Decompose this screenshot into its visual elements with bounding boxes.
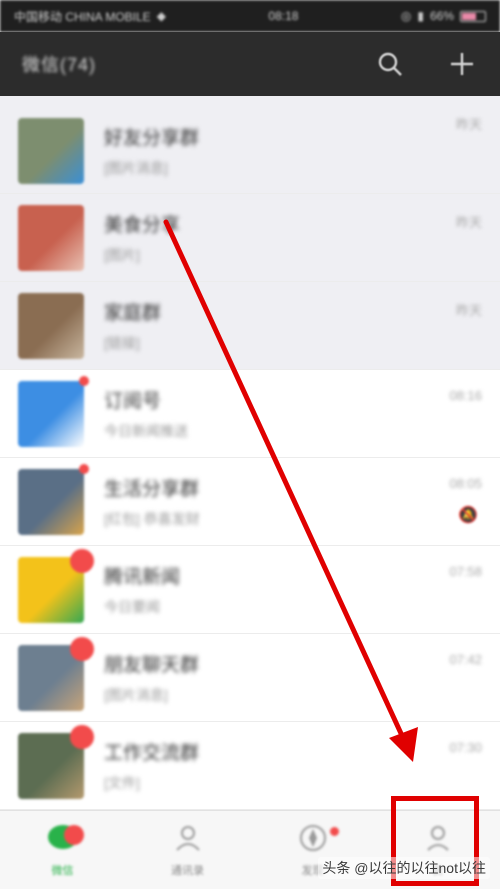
avatar [18, 636, 94, 711]
chat-preview: [图片] [104, 247, 140, 263]
tab-1[interactable]: 通讯录 [125, 811, 250, 889]
chat-time: 08:16 [449, 388, 482, 403]
chat-row[interactable]: 好友分享群 [图片消息] 昨天 [0, 96, 500, 194]
tab-label: 微信 [51, 864, 74, 877]
chat-preview: 今日新闻推送 [104, 423, 188, 439]
chat-time: 昨天 [455, 117, 482, 132]
alarm-icon: ◎ [400, 9, 412, 23]
avatar [18, 463, 89, 535]
chat-row[interactable]: 腾讯新闻 今日要闻 07:58 [0, 546, 500, 634]
search-icon[interactable] [374, 48, 406, 80]
chat-row[interactable]: 家庭群 [链接] 昨天 [0, 282, 500, 370]
unread-badge [64, 825, 84, 845]
wifi-icon: ◆ [156, 9, 166, 23]
avatar [18, 375, 89, 447]
compass-icon [298, 823, 328, 858]
avatar [18, 292, 84, 359]
chat-text: 家庭群 [链接] [104, 298, 500, 353]
battery-percent: 66% [429, 9, 454, 23]
page-title: 微信(74) [22, 55, 97, 75]
status-bar: 中国移动 CHINA MOBILE ◆ 08:18 ◎ ▮ 66% [0, 0, 500, 32]
tab-label: 通讯录 [171, 864, 204, 877]
chat-title: 订阅号 [104, 391, 162, 412]
chat-row[interactable]: 订阅号 今日新闻推送 08:16 [0, 370, 500, 458]
chat-preview: [链接] [104, 335, 140, 351]
chat-preview: [图片消息] [104, 687, 168, 703]
unread-badge [70, 548, 94, 573]
avatar [18, 204, 84, 271]
notification-dot [330, 827, 339, 836]
chat-preview: [文件] [104, 775, 140, 791]
clock: 08:18 [268, 9, 299, 23]
chat-row[interactable]: 生活分享群 [红包] 恭喜发财 08:05 🔕 [0, 458, 500, 546]
carrier-label: 中国移动 CHINA MOBILE [14, 9, 151, 24]
chat-preview: 今日要闻 [104, 599, 160, 615]
unread-badge [70, 636, 94, 661]
avatar [18, 117, 84, 184]
chat-title: 朋友聊天群 [104, 655, 200, 676]
chat-text: 美食分享 [图片] [104, 210, 500, 265]
chat-time: 07:58 [449, 564, 482, 579]
chat-preview: [红包] 恭喜发财 [104, 511, 200, 527]
chat-text: 朋友聊天群 [图片消息] [104, 650, 500, 705]
chat-row[interactable]: 朋友聊天群 [图片消息] 07:42 [0, 634, 500, 722]
app-header: 微信(74) [0, 32, 500, 96]
chat-time: 昨天 [455, 303, 482, 318]
avatar [18, 548, 94, 623]
plus-icon[interactable] [446, 48, 478, 80]
tab-0[interactable]: 微信 [0, 811, 125, 889]
chat-title: 腾讯新闻 [104, 567, 181, 588]
mute-icon: 🔕 [458, 507, 478, 524]
unread-badge [79, 375, 89, 386]
watermark: 头条 @以往的以往not以往 [318, 857, 490, 879]
signal-icon: ▮ [417, 9, 424, 23]
chat-text: 订阅号 今日新闻推送 [104, 386, 500, 441]
chat-title: 家庭群 [104, 303, 162, 324]
chat-text: 工作交流群 [文件] [104, 738, 500, 793]
chat-text: 腾讯新闻 今日要闻 [104, 562, 500, 617]
chat-time: 07:30 [449, 740, 482, 755]
contacts-icon [173, 823, 203, 858]
chat-time: 昨天 [455, 215, 482, 230]
avatar [18, 724, 94, 799]
chat-title: 美食分享 [104, 215, 181, 236]
unread-badge [79, 463, 89, 474]
chat-title: 生活分享群 [104, 479, 200, 500]
chat-text: 生活分享群 [红包] 恭喜发财 [104, 474, 500, 529]
chat-list: 好友分享群 [图片消息] 昨天 美食分享 [图片] 昨天 家庭群 [链接] 昨天 订阅号 今日新闻推… [0, 96, 500, 810]
chat-title: 工作交流群 [104, 743, 200, 764]
chat-time: 08:05 [449, 476, 482, 491]
chat-text: 好友分享群 [图片消息] [104, 123, 500, 178]
chat-time: 07:42 [449, 652, 482, 667]
battery-icon [460, 10, 486, 22]
chat-row[interactable]: 美食分享 [图片] 昨天 [0, 194, 500, 282]
chat-preview: [图片消息] [104, 160, 168, 176]
chat-title: 好友分享群 [104, 128, 200, 149]
unread-badge [70, 724, 94, 749]
